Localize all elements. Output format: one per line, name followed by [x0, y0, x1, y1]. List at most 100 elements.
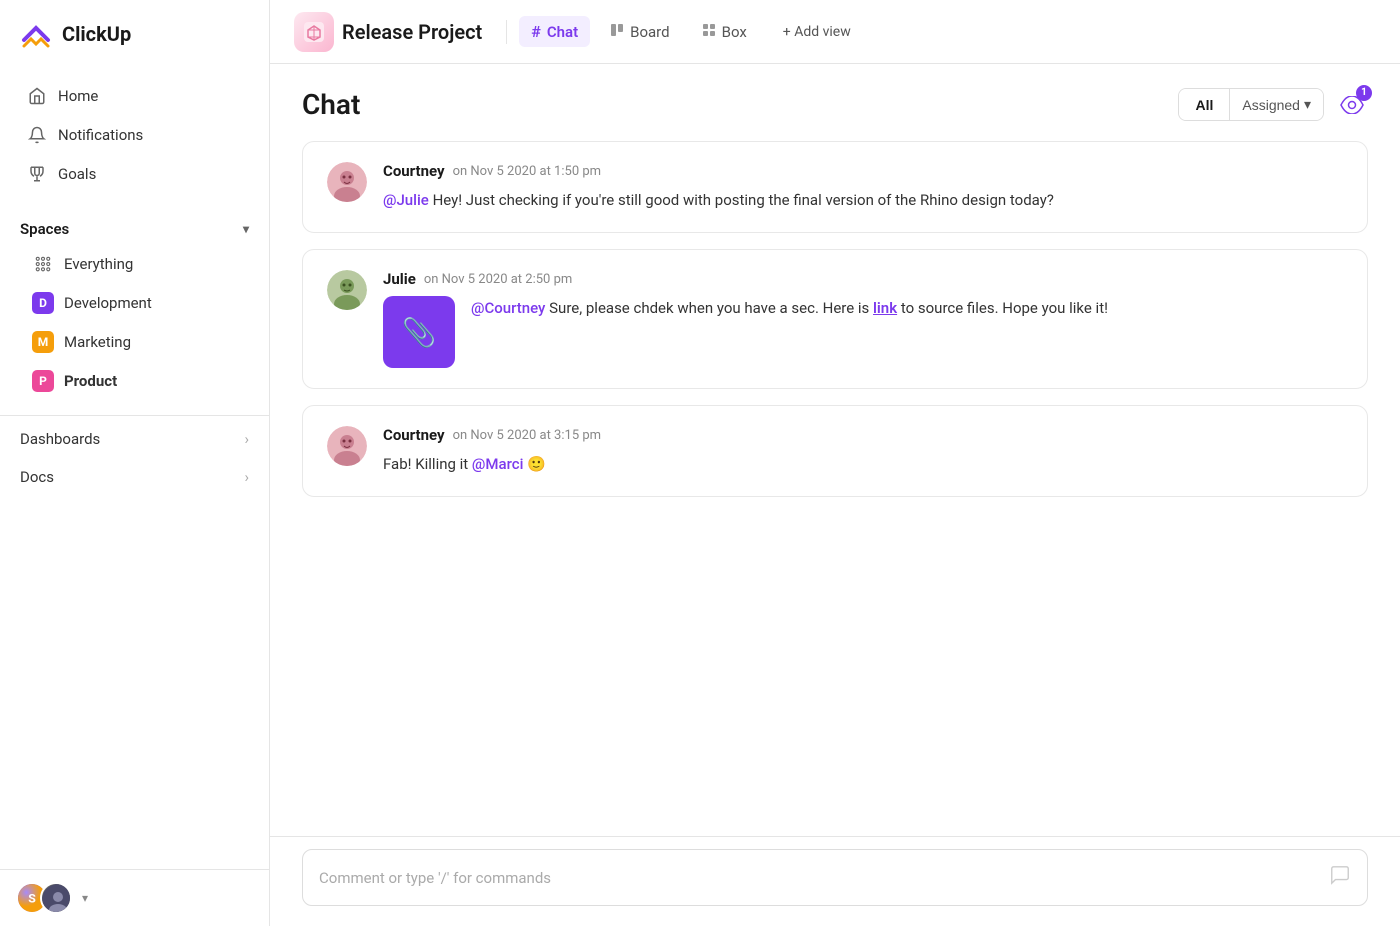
message-header-2: Julie on Nov 5 2020 at 2:50 pm: [383, 270, 1343, 288]
sidebar-item-product[interactable]: P Product: [20, 362, 249, 400]
development-label: Development: [64, 294, 152, 312]
box-tab-icon: [702, 23, 716, 41]
trophy-icon: [28, 165, 46, 183]
comment-placeholder: Comment or type '/' for commands: [319, 869, 551, 887]
home-icon: [28, 87, 46, 105]
add-view-label: + Add view: [783, 24, 851, 40]
docs-left: Docs: [20, 468, 54, 486]
sidebar-item-home[interactable]: Home: [8, 77, 261, 115]
dashboards-label: Dashboards: [20, 430, 100, 448]
docs-label: Docs: [20, 468, 54, 486]
filter-assigned-button[interactable]: Assigned ▾: [1229, 89, 1323, 120]
everything-label: Everything: [64, 255, 133, 273]
topbar-divider: [506, 20, 507, 44]
message-body-1: Hey! Just checking if you're still good …: [433, 191, 1054, 209]
mention-courtney[interactable]: @Courtney: [471, 299, 545, 317]
product-label: Product: [64, 372, 117, 390]
everything-icon: [32, 253, 54, 275]
project-icon: [294, 12, 334, 52]
topbar: Release Project # Chat Board Box + Add v…: [270, 0, 1400, 64]
avatar-j: [40, 882, 72, 914]
message-body-2a: Sure, please chdek when you have a sec. …: [549, 299, 873, 317]
message-content-2: Julie on Nov 5 2020 at 2:50 pm 📎 @Courtn…: [383, 270, 1343, 368]
svg-text:S: S: [28, 891, 36, 905]
logo: ClickUp: [0, 0, 269, 68]
sidebar-item-goals[interactable]: Goals: [8, 155, 261, 193]
sidebar-item-notifications-label: Notifications: [58, 126, 143, 144]
message-author-1: Courtney: [383, 162, 445, 180]
project-title: Release Project: [342, 20, 482, 44]
filter-assigned-label: Assigned: [1242, 97, 1300, 113]
message-time-2: on Nov 5 2020 at 2:50 pm: [424, 272, 572, 287]
spaces-chevron-icon: ▾: [243, 222, 249, 236]
spaces-section: Spaces ▾ Everything D Development M: [0, 202, 269, 407]
attachment-thumb[interactable]: 📎: [383, 296, 455, 368]
dashboards-chevron-icon: ›: [244, 430, 249, 448]
dashboards-left: Dashboards: [20, 430, 100, 448]
message-text-3: Fab! Killing it @Marci 🙂: [383, 452, 1343, 476]
tab-chat-label: Chat: [547, 23, 578, 41]
message-avatar-courtney-2: [327, 426, 367, 466]
marketing-badge: M: [32, 331, 54, 353]
chat-header-right: All Assigned ▾ 1: [1178, 88, 1368, 121]
sidebar-item-everything[interactable]: Everything: [20, 245, 249, 283]
message-content-1: Courtney on Nov 5 2020 at 1:50 pm @Julie…: [383, 162, 1343, 212]
sidebar-item-dashboards[interactable]: Dashboards ›: [20, 420, 249, 458]
message-author-3: Courtney: [383, 426, 445, 444]
message-time-3: on Nov 5 2020 at 3:15 pm: [453, 428, 601, 443]
comment-input-wrapper[interactable]: Comment or type '/' for commands: [302, 849, 1368, 906]
sidebar-bottom: Dashboards › Docs ›: [0, 415, 269, 500]
marketing-label: Marketing: [64, 333, 131, 351]
board-tab-icon: [610, 23, 624, 41]
message-emoji: 🙂: [527, 455, 546, 473]
filter-buttons: All Assigned ▾: [1178, 88, 1324, 121]
footer-chevron-icon[interactable]: ▾: [82, 891, 88, 905]
message-content-3: Courtney on Nov 5 2020 at 3:15 pm Fab! K…: [383, 426, 1343, 476]
add-view-button[interactable]: + Add view: [771, 18, 863, 46]
chat-title: Chat: [302, 88, 360, 121]
tab-board[interactable]: Board: [598, 17, 681, 47]
paperclip-icon: 📎: [402, 316, 437, 349]
tab-board-label: Board: [630, 23, 669, 41]
message-card-1: Courtney on Nov 5 2020 at 1:50 pm @Julie…: [302, 141, 1368, 233]
filter-all-button[interactable]: All: [1179, 89, 1229, 120]
bell-icon: [28, 126, 46, 144]
attachment-text: @Courtney Sure, please chdek when you ha…: [471, 296, 1108, 320]
sidebar-item-home-label: Home: [58, 87, 98, 105]
chat-container: Chat All Assigned ▾ 1: [270, 64, 1400, 836]
messages-area: Courtney on Nov 5 2020 at 1:50 pm @Julie…: [302, 141, 1368, 836]
tab-box[interactable]: Box: [690, 17, 759, 47]
tab-box-label: Box: [722, 23, 747, 41]
sidebar-footer: S ▾: [0, 869, 269, 926]
message-text-1: @Julie Hey! Just checking if you're stil…: [383, 188, 1343, 212]
docs-chevron-icon: ›: [244, 468, 249, 486]
logo-text: ClickUp: [62, 22, 131, 46]
sidebar-item-goals-label: Goals: [58, 165, 96, 183]
message-author-2: Julie: [383, 270, 416, 288]
message-card-3: Courtney on Nov 5 2020 at 3:15 pm Fab! K…: [302, 405, 1368, 497]
chat-header: Chat All Assigned ▾ 1: [302, 64, 1368, 141]
development-badge: D: [32, 292, 54, 314]
mention-julie[interactable]: @Julie: [383, 191, 429, 209]
sidebar-item-docs[interactable]: Docs ›: [20, 458, 249, 496]
message-avatar-courtney-1: [327, 162, 367, 202]
spaces-label: Spaces: [20, 220, 69, 238]
sidebar-item-marketing[interactable]: M Marketing: [20, 323, 249, 361]
sidebar-nav: Home Notifications Goals: [0, 68, 269, 202]
clickup-logo-icon: [20, 18, 52, 50]
sidebar-item-development[interactable]: D Development: [20, 284, 249, 322]
message-header-1: Courtney on Nov 5 2020 at 1:50 pm: [383, 162, 1343, 180]
spaces-header[interactable]: Spaces ▾: [20, 214, 249, 244]
tab-chat[interactable]: # Chat: [519, 16, 590, 47]
eye-badge[interactable]: 1: [1336, 89, 1368, 121]
source-link[interactable]: link: [873, 299, 897, 317]
product-badge: P: [32, 370, 54, 392]
main-content: Release Project # Chat Board Box + Add v…: [270, 0, 1400, 926]
comment-bubble-icon: [1329, 864, 1351, 891]
sidebar-item-notifications[interactable]: Notifications: [8, 116, 261, 154]
message-body-3a: Fab! Killing it: [383, 455, 472, 473]
sidebar: ClickUp Home Notifications Goals Spaces …: [0, 0, 270, 926]
mention-marci[interactable]: @Marci: [472, 455, 523, 473]
avatar-group[interactable]: S: [16, 882, 72, 914]
eye-badge-count: 1: [1356, 85, 1372, 101]
